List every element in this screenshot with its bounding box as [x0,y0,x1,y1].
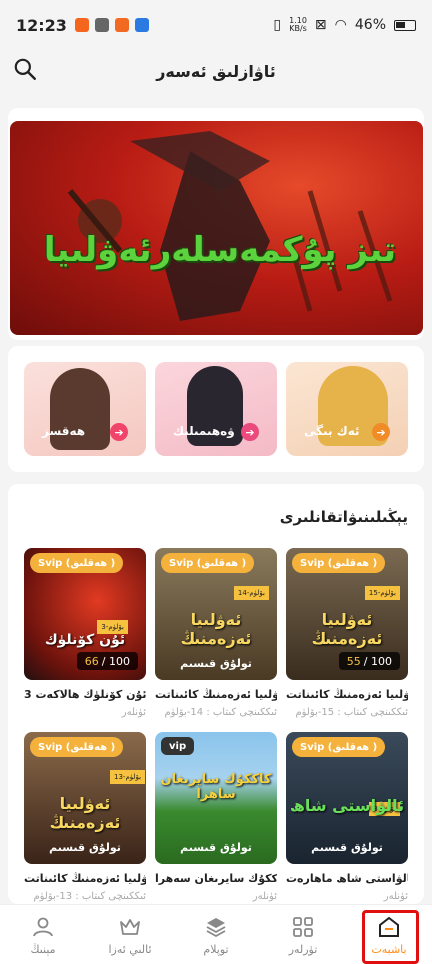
book-title: ئۇن كۆنلۈك ھالاكەت 3-... [24,688,146,701]
page-title: ئاۋازلىق ئەسەر [156,61,276,81]
book-card[interactable]: vip كاككۇك سايرىغان ساھرا تولۇق قىسىم كا… [155,732,277,902]
cover-title: كاككۇك سايرىغان ساھرا [160,772,272,802]
episode-badge: 13-بۆلۈم [110,770,146,784]
sim-icon: ⊠ [314,17,327,33]
category-card-heqsiz[interactable]: ھەقسز ➔ [24,362,146,456]
banner-title: تىز پۇكمەسلەرئەۋلىيا [43,230,397,270]
category-card-ek-bigi[interactable]: ئەك بىگى ➔ [286,362,408,456]
book-card[interactable]: Svip (ھەقلىق ) 15-بۆلۈم ئەۋلىيا ئەزەمنىڭ… [286,548,408,718]
cover-title: ئەۋلىيا ئەزەمنىڭ [180,610,252,648]
arrow-right-icon: ➔ [372,423,390,441]
app-notification-icon [74,18,89,32]
tab-label: مېنىڭ [30,942,56,956]
book-title: ئەۋلىيا ئەزەمنىڭ كائىناتت... [24,872,146,885]
tab-vip[interactable]: ئالىي ئەزا [87,905,173,964]
svip-badge: Svip (ھەقلىق ) [292,737,386,757]
book-card[interactable]: Svip (ھەقلىق ) 13-بۆلۈم ئەۋلىيا ئەزەمنىڭ… [24,732,146,902]
layers-icon [206,917,226,937]
svip-badge: Svip (ھەقلىق ) [292,553,386,573]
category-row: ئەك بىگى ➔ ۋەھىمىلىك ➔ ھەقسز ➔ [8,346,424,472]
wifi-icon: ◠ [334,17,347,33]
network-speed: 1.10 KB/s [289,16,307,33]
book-meta: ئۈنلەر [121,707,146,718]
category-label: ئەك بىگى [304,424,360,438]
banner-artwork [67,131,393,321]
cover-subtitle: تولۇق قىسىم [180,841,252,854]
cover-title: ئالۋاستى شاھ [289,796,405,815]
tab-label: ئالىي ئەزا [108,942,152,956]
cover-title: ئۇن كۆنلۈك [44,632,126,648]
book-title: ئالۋاستى شاھ ماھارەت ... [286,872,408,885]
svip-badge: Svip (ھەقلىق ) [30,737,124,757]
svip-badge: Svip (ھەقلىق ) [161,553,255,573]
listen-progress: 66/ 100 [76,652,138,670]
app-notification-icon [114,18,129,32]
app-notification-icon [134,18,149,32]
updating-list-panel: يېڭىلىنىۋاتقانلىرى Svip (ھەقلىق ) 15-بۆل… [8,484,424,904]
category-label: ھەقسز [42,424,86,438]
app-header: ئاۋازلىق ئەسەر [0,50,432,92]
tab-label: تۈرلەر [288,942,318,956]
search-icon[interactable] [12,56,38,82]
book-card[interactable]: Svip (ھەقلىق ) 3-بۆلۈم ئالۋاستى شاھ تولۇ… [286,732,408,902]
book-cover: Svip (ھەقلىق ) 3-بۆلۈم ئالۋاستى شاھ تولۇ… [286,732,408,864]
book-meta: ئىككىنچى كىتاب : 15-بۆلۈم [295,707,408,718]
battery-level: 46% [354,17,386,33]
episode-badge: 15-بۆلۈم [364,586,400,600]
status-time: 12:23 [16,15,67,35]
book-cover: Svip (ھەقلىق ) 14-بۆلۈم ئەۋلىيا ئەزەمنىڭ… [155,548,277,680]
vibrate-icon: ▯ [273,17,282,33]
book-title: كاككۇك سايرىغان سەھرا... [155,872,277,885]
tab-mine[interactable]: مېنىڭ [0,905,86,964]
book-title: ئەۋلىيا ئەزەمنىڭ كائىناتت... [155,688,277,701]
arrow-right-icon: ➔ [241,423,259,441]
cover-title: ئەۋلىيا ئەزەمنىڭ [49,794,121,832]
category-label: ۋەھىمىلىك [173,424,235,438]
svip-badge: Svip (ھەقلىق ) [30,553,124,573]
book-cover: Svip (ھەقلىق ) 13-بۆلۈم ئەۋلىيا ئەزەمنىڭ… [24,732,146,864]
book-cover: Svip (ھەقلىق ) 3-بۆلۈم ئۇن كۆنلۈك 66/ 10… [24,548,146,680]
book-card[interactable]: Svip (ھەقلىق ) 14-بۆلۈم ئەۋلىيا ئەزەمنىڭ… [155,548,277,718]
book-cover: Svip (ھەقلىق ) 15-بۆلۈم ئەۋلىيا ئەزەمنىڭ… [286,548,408,680]
battery-icon [394,19,416,31]
arrow-right-icon: ➔ [110,423,128,441]
book-cover: vip كاككۇك سايرىغان ساھرا تولۇق قىسىم [155,732,277,864]
book-card[interactable]: Svip (ھەقلىق ) 3-بۆلۈم ئۇن كۆنلۈك 66/ 10… [24,548,146,718]
cover-subtitle: تولۇق قىسىم [49,841,121,854]
status-bar: 12:23 ▯ 1.10 KB/s ⊠ ◠ 46% [0,0,432,50]
tab-label: توپلام [203,942,229,956]
tab-collection[interactable]: توپلام [173,905,259,964]
active-tab-highlight [362,910,419,964]
crown-icon [120,918,140,935]
app-notification-icon [94,18,109,32]
book-meta: ئۈنلەر [383,891,408,902]
book-meta: ئىككىنچى كىتاب : 14-بۆلۈم [164,707,277,718]
tab-categories[interactable]: تۈرلەر [260,905,346,964]
featured-banner[interactable] [10,121,423,335]
vip-badge: vip [161,737,195,755]
category-card-wehimilik[interactable]: ۋەھىمىلىك ➔ [155,362,277,456]
user-icon [33,917,53,936]
cover-subtitle: تولۇق قىسىم [311,841,383,854]
grid-icon [293,916,313,937]
listen-progress: 55/ 100 [338,652,400,670]
book-title: ئەۋلىيا ئەزەمنىڭ كائىناتت... [286,688,408,701]
cover-subtitle: تولۇق قىسىم [180,657,252,670]
section-title: يېڭىلىنىۋاتقانلىرى [279,508,408,526]
episode-badge: 14-بۆلۈم [233,586,269,600]
book-meta: ئۈنلەر [252,891,277,902]
book-meta: ئىككىنچى كىتاب : 13-بۆلۈم [33,891,146,902]
cover-title: ئەۋلىيا ئەزەمنىڭ [311,610,383,648]
